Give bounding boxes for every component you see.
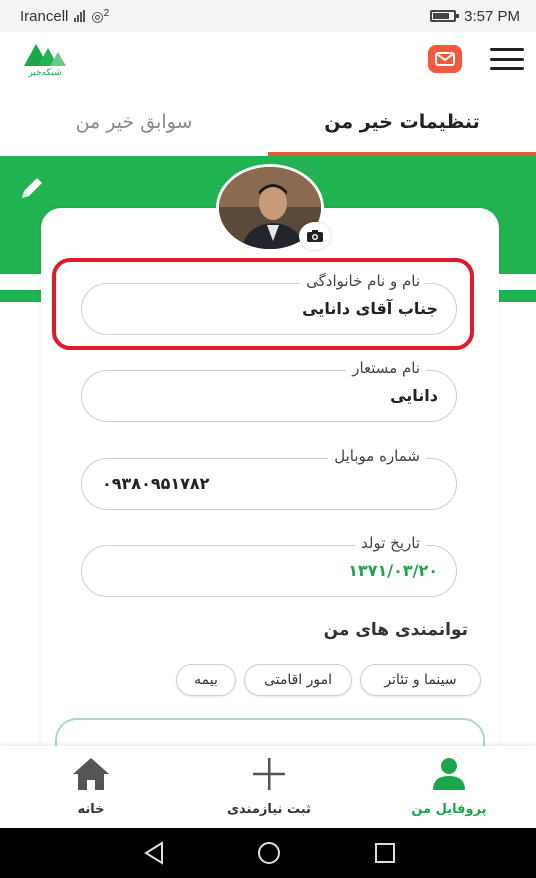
network-indicator: 2	[103, 7, 110, 19]
mobile-value: ۰۹۳۸۰۹۵۱۷۸۲	[102, 474, 210, 493]
recents-icon[interactable]	[372, 840, 398, 866]
hamburger-menu-button[interactable]	[490, 48, 524, 70]
birthdate-label: تاریخ تولد	[355, 534, 426, 552]
nickname-label: نام مستعار	[346, 359, 426, 377]
ability-chip[interactable]: امور اقامتی	[244, 664, 352, 696]
app-logo[interactable]: شبکه‌خیر	[20, 38, 70, 82]
mobile-label: شماره موبایل	[328, 447, 426, 465]
tab-settings[interactable]: تنظیمات خیر من	[268, 88, 536, 156]
messages-button[interactable]	[428, 45, 462, 73]
nav-profile[interactable]: پروفایل من	[384, 746, 514, 828]
ability-chip[interactable]: بیمه	[176, 664, 236, 696]
fullname-field[interactable]: نام و نام خانوادگی جناب آقای دانایی	[81, 272, 457, 335]
signal-icon	[74, 10, 86, 22]
pencil-icon	[22, 178, 42, 198]
battery-icon	[430, 10, 460, 22]
camera-icon	[307, 230, 323, 242]
status-bar: Irancell ◎ 2 3:57 PM	[0, 0, 536, 32]
mail-icon	[435, 52, 455, 66]
app-header: شبکه‌خیر	[0, 32, 536, 88]
abilities-title: توانمندی های من	[323, 620, 468, 640]
mobile-field[interactable]: شماره موبایل ۰۹۳۸۰۹۵۱۷۸۲	[81, 447, 457, 510]
nav-register-need-label: ثبت نیازمندی	[227, 802, 311, 817]
birthdate-value: ۱۳۷۱/۰۳/۲۰	[348, 561, 438, 580]
logo-mark-icon	[24, 44, 66, 66]
clock: 3:57 PM	[464, 7, 520, 25]
nav-profile-label: پروفایل من	[411, 802, 487, 817]
nickname-value: دانایی	[390, 386, 438, 405]
ability-chip[interactable]: سینما و تئاتر	[360, 664, 481, 696]
menu-line	[490, 57, 524, 61]
wifi-icon: ◎	[91, 7, 104, 24]
tab-history[interactable]: سوابق خیر من	[0, 88, 268, 156]
edit-profile-button[interactable]	[16, 172, 48, 204]
birthdate-field[interactable]: تاریخ تولد ۱۳۷۱/۰۳/۲۰	[81, 534, 457, 597]
home-icon	[73, 758, 109, 790]
nav-home[interactable]: خانه	[26, 746, 156, 828]
plus-icon	[253, 758, 285, 790]
change-photo-button[interactable]	[299, 222, 331, 250]
bottom-nav: پروفایل من ثبت نیازمندی خانه	[0, 746, 536, 828]
nickname-field[interactable]: نام مستعار دانایی	[81, 359, 457, 422]
android-nav-bar	[0, 828, 536, 878]
menu-line	[490, 48, 524, 51]
nav-home-label: خانه	[77, 802, 105, 817]
nav-register-need[interactable]: ثبت نیازمندی	[204, 746, 334, 828]
menu-line	[490, 67, 524, 70]
fullname-value: جناب آقای دانایی	[302, 299, 438, 318]
user-icon	[433, 758, 465, 790]
logo-text: شبکه‌خیر	[28, 68, 62, 78]
carrier-name: Irancell	[20, 7, 69, 25]
tab-bar: سوابق خیر من تنظیمات خیر من	[0, 88, 536, 156]
back-icon[interactable]	[142, 840, 168, 866]
home-circle-icon[interactable]	[256, 840, 282, 866]
fullname-label: نام و نام خانوادگی	[300, 272, 426, 290]
